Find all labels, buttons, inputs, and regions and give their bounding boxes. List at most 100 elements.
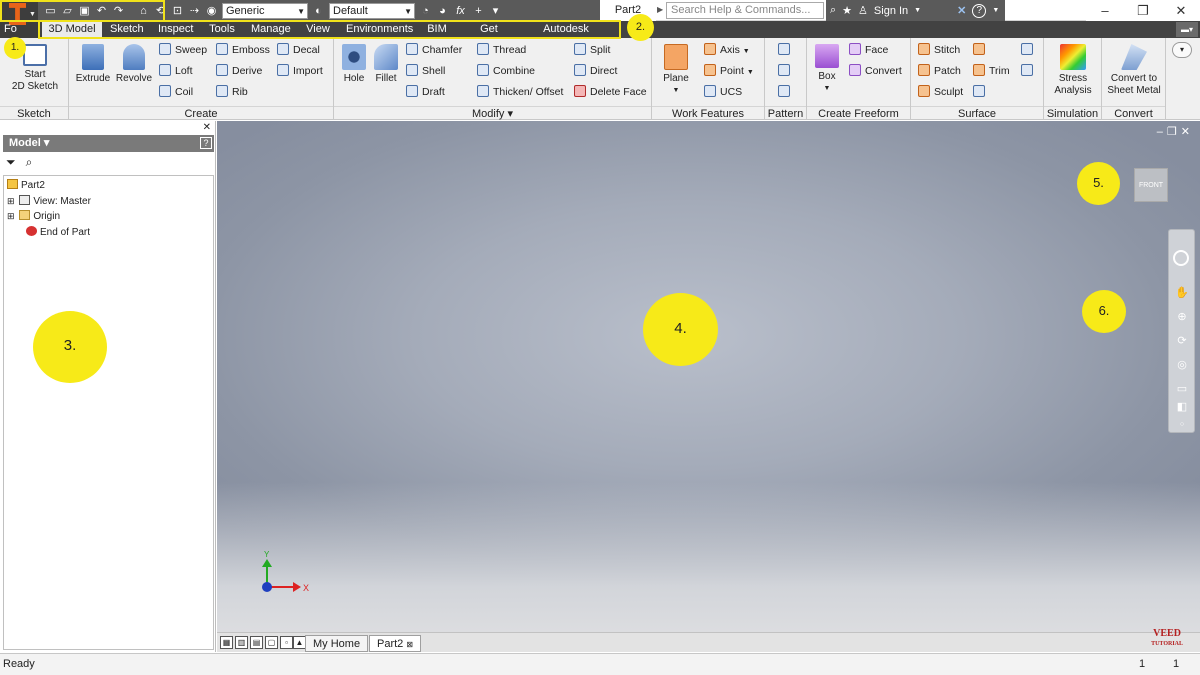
rib-button[interactable]: Rib bbox=[216, 84, 248, 100]
draft-button[interactable]: Draft bbox=[406, 84, 445, 100]
ruled-surface-button[interactable] bbox=[973, 42, 989, 58]
help-dropdown-icon[interactable]: ▼ bbox=[992, 7, 999, 14]
stitch-button[interactable]: Stitch bbox=[918, 42, 960, 58]
orbit-icon[interactable]: ⟳ bbox=[1175, 334, 1189, 348]
mirror-button[interactable] bbox=[778, 84, 794, 100]
expand-icon[interactable]: ⊞ bbox=[7, 196, 15, 206]
binoculars-icon[interactable]: ⌕ bbox=[830, 4, 836, 17]
minimize-icon[interactable]: – bbox=[1157, 126, 1167, 138]
sign-in-link[interactable]: Sign In bbox=[874, 5, 908, 17]
arrange-icon[interactable]: ▫ bbox=[280, 636, 293, 649]
pan-icon[interactable]: ✋ bbox=[1175, 286, 1189, 300]
tree-node-part[interactable]: Part2 bbox=[7, 178, 45, 193]
measure-icon[interactable]: ⇢ bbox=[188, 5, 201, 17]
split-button[interactable]: Split bbox=[574, 42, 610, 58]
point-button[interactable]: Point ▼ bbox=[704, 63, 754, 79]
sculpt-button[interactable]: Sculpt bbox=[918, 84, 963, 100]
panel-title-modify[interactable]: Modify ▾ bbox=[334, 106, 651, 120]
convert-to-sheet-metal-button[interactable]: Convert to Sheet Metal bbox=[1104, 44, 1164, 97]
face-button[interactable]: Face bbox=[849, 42, 888, 58]
look-at-icon[interactable]: ◎ bbox=[1175, 358, 1189, 372]
close-icon[interactable]: ⊠ bbox=[406, 640, 413, 649]
box-button[interactable]: Box ▼ bbox=[811, 44, 843, 95]
extrude-button[interactable]: Extrude bbox=[73, 44, 113, 85]
clear-icon[interactable]: ◕ bbox=[436, 5, 449, 17]
search-input[interactable]: Search Help & Commands... bbox=[666, 2, 824, 19]
loft-button[interactable]: Loft bbox=[159, 63, 193, 79]
tree-node-end-of-part[interactable]: End of Part bbox=[26, 225, 90, 240]
steering-wheel-icon[interactable] bbox=[1173, 250, 1189, 266]
plane-button[interactable]: Plane ▼ bbox=[658, 44, 694, 97]
restore-icon[interactable]: ❐ bbox=[1124, 3, 1162, 19]
replace-face-button[interactable] bbox=[1021, 63, 1037, 79]
hole-button[interactable]: Hole bbox=[338, 44, 370, 85]
minimize-icon[interactable]: – bbox=[1086, 3, 1124, 18]
browser-title[interactable]: Model ▾ bbox=[9, 137, 49, 149]
help-icon[interactable]: ? bbox=[972, 3, 987, 18]
search-icon[interactable]: ⌕ bbox=[26, 155, 33, 171]
close-icon[interactable]: ✕ bbox=[1181, 126, 1194, 138]
close-icon[interactable]: ✕ bbox=[203, 122, 211, 133]
expand-icon[interactable]: ▶ bbox=[657, 5, 663, 14]
expand-icon[interactable]: ⊞ bbox=[7, 211, 15, 221]
ribbon-options-icon[interactable]: ▾ bbox=[1172, 42, 1192, 58]
add-icon[interactable]: + bbox=[472, 5, 485, 17]
dropdown-icon[interactable]: ▼ bbox=[914, 7, 921, 14]
fillet-button[interactable]: Fillet bbox=[370, 44, 402, 85]
thread-button[interactable]: Thread bbox=[477, 42, 526, 58]
extend-button[interactable] bbox=[973, 84, 989, 100]
restore-icon[interactable]: ❐ bbox=[1167, 126, 1181, 138]
ucs-button[interactable]: UCS bbox=[704, 84, 742, 100]
patch-button[interactable]: Patch bbox=[918, 63, 961, 79]
adjust-icon[interactable]: ◔ bbox=[419, 5, 432, 17]
convert-button[interactable]: Convert bbox=[849, 63, 902, 79]
tab-my-home[interactable]: My Home bbox=[305, 635, 369, 652]
graphics-viewport[interactable]: –❐✕ FRONT ✋ ⊕ ⟳ ◎ ▭ ◧ ○ X Y bbox=[217, 121, 1200, 632]
combine-button[interactable]: Combine bbox=[477, 63, 535, 79]
trim-button[interactable]: Trim bbox=[973, 63, 1010, 79]
user-icon[interactable]: ♙ bbox=[858, 4, 868, 17]
filter-icon[interactable]: ⏷ bbox=[6, 155, 16, 171]
material-dropdown[interactable]: Generic ▼ bbox=[222, 2, 308, 19]
zoom-icon[interactable]: ⊕ bbox=[1175, 310, 1189, 324]
delete-face-button[interactable]: Delete Face bbox=[574, 84, 647, 100]
shell-button[interactable]: Shell bbox=[406, 63, 445, 79]
customize-icon[interactable]: ○ bbox=[1175, 418, 1189, 432]
tab-part2[interactable]: Part2 ⊠ bbox=[369, 635, 422, 652]
delete-surface-button[interactable] bbox=[1021, 42, 1037, 58]
tile-horizontal-icon[interactable]: ▤ bbox=[250, 636, 263, 649]
import-button[interactable]: Import bbox=[277, 63, 323, 79]
parameters-icon[interactable]: fx bbox=[453, 5, 468, 17]
revolve-button[interactable]: Revolve bbox=[113, 44, 155, 85]
appearance-dropdown[interactable]: Default ▼ bbox=[329, 2, 415, 19]
select-icon[interactable]: ⊡ bbox=[171, 5, 184, 17]
tree-node-view-master[interactable]: ⊞ View: Master bbox=[7, 194, 91, 209]
stress-analysis-button[interactable]: Stress Analysis bbox=[1046, 44, 1100, 97]
close-icon[interactable]: ✕ bbox=[1162, 3, 1200, 19]
tab-file-partial[interactable]: Fo bbox=[4, 23, 17, 35]
thicken-offset-button[interactable]: Thicken/ Offset bbox=[477, 84, 563, 100]
axis-button[interactable]: Axis ▼ bbox=[704, 42, 750, 58]
circular-pattern-button[interactable] bbox=[778, 63, 794, 79]
camera-icon[interactable]: ◧ bbox=[1175, 400, 1189, 414]
viewcube[interactable]: FRONT bbox=[1134, 168, 1168, 202]
view-face-icon[interactable]: ▭ bbox=[1175, 382, 1189, 396]
customize-icon[interactable]: ▾ bbox=[489, 5, 502, 17]
coil-button[interactable]: Coil bbox=[159, 84, 193, 100]
direct-button[interactable]: Direct bbox=[574, 63, 617, 79]
decal-button[interactable]: Decal bbox=[277, 42, 320, 58]
rectangular-pattern-button[interactable] bbox=[778, 42, 794, 58]
sweep-button[interactable]: Sweep bbox=[159, 42, 207, 58]
chamfer-button[interactable]: Chamfer bbox=[406, 42, 462, 58]
cascade-icon[interactable]: ▢ bbox=[265, 636, 278, 649]
derive-button[interactable]: Derive bbox=[216, 63, 262, 79]
ribbon-collapse-icon[interactable]: ▬▾ bbox=[1176, 22, 1198, 37]
tile-vertical-icon[interactable]: ▥ bbox=[235, 636, 248, 649]
color-wheel-icon[interactable]: ◉ bbox=[205, 5, 218, 17]
star-icon[interactable]: ★ bbox=[842, 4, 852, 17]
tree-node-origin[interactable]: ⊞ Origin bbox=[7, 209, 60, 224]
tile-icon[interactable]: ▦ bbox=[220, 636, 233, 649]
exchange-icon[interactable]: ✕ bbox=[957, 4, 966, 17]
browser-header[interactable]: Model ▾ ? bbox=[3, 135, 214, 152]
emboss-button[interactable]: Emboss bbox=[216, 42, 270, 58]
